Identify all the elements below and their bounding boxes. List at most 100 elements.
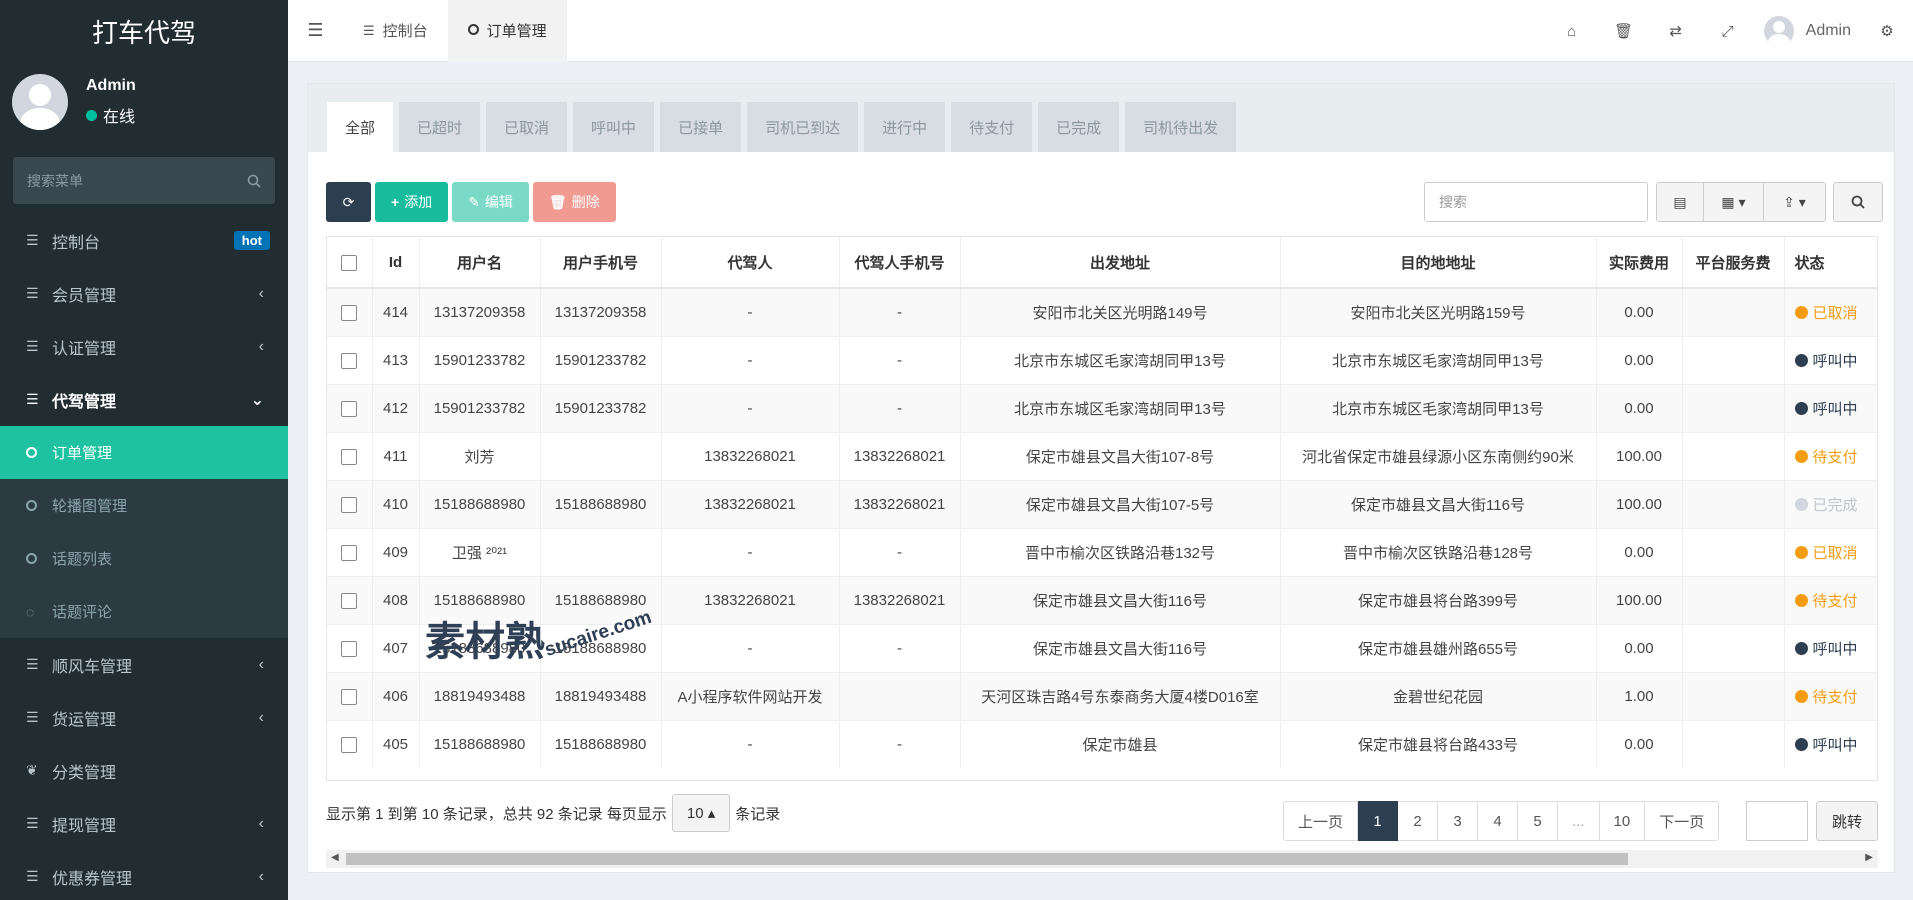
table-row[interactable]: 412 15901233782 15901233782- - 北京市东城区毛家湾胡同甲1… (327, 383, 1877, 432)
sidebar-item-orders[interactable]: 订单管理 (0, 426, 288, 479)
row-checkbox[interactable] (327, 383, 373, 432)
sidebar-item-withdraw[interactable]: ☰ 提现管理 ‹ (0, 797, 288, 850)
comment-icon: ◌ (26, 603, 35, 620)
sidebar-item-dashboard[interactable]: ☰ 控制台 hot (0, 214, 288, 267)
add-button[interactable]: + 添加 (375, 182, 449, 222)
row-checkbox[interactable] (327, 431, 373, 480)
sidebar-item-topics[interactable]: 话题列表 (0, 532, 288, 585)
cell-driver: - (661, 287, 840, 336)
scrollbar-thumb[interactable] (346, 853, 1628, 865)
tab-all[interactable]: 全部 (327, 102, 394, 152)
sidebar-item-certification[interactable]: ☰ 认证管理 ‹ (0, 320, 288, 373)
circle-icon (26, 445, 44, 461)
fullscreen-icon[interactable]: ⤢ (1702, 23, 1754, 40)
status-dot-icon (1794, 641, 1808, 655)
row-checkbox[interactable] (327, 287, 373, 336)
tab-orders[interactable]: 订单管理 (447, 0, 567, 62)
sidebar-search-input[interactable]: 搜索菜单 (13, 157, 275, 204)
tab-timeout[interactable]: 已超时 (399, 102, 481, 152)
cell-status: 呼叫中 (1784, 383, 1877, 432)
tab-driver-arrived[interactable]: 司机已到达 (747, 102, 859, 152)
table-row[interactable]: 408 15188688980 15188688980 13832268021 1383… (327, 575, 1877, 624)
sidebar-item-freight[interactable]: ☰ 货运管理 ‹ (0, 691, 288, 744)
toggle-view-button[interactable]: ▤ (1656, 182, 1704, 222)
user-menu[interactable]: Admin (1754, 16, 1861, 46)
top-header: ☰ ☰ 控制台 订单管理 ⌂ 🗑 ⇄ ⤢ Admin ⚙ (288, 0, 1913, 62)
page-button[interactable]: 2 (1398, 801, 1439, 841)
table-row[interactable]: 413 15901233782 15901233782- - 北京市东城区毛家湾胡同甲1… (327, 335, 1877, 384)
status-badge: 已取消 (1794, 542, 1858, 563)
cell-to: 保定市雄县文昌大街116号 (1280, 479, 1597, 528)
advanced-search-button[interactable] (1833, 182, 1883, 222)
refresh-button[interactable]: ⟳ (326, 182, 371, 222)
columns-button[interactable]: ▦ ▾ (1704, 182, 1764, 222)
tab-in-progress[interactable]: 进行中 (864, 102, 946, 152)
sidebar-item-carpool[interactable]: ☰ 顺风车管理 ‹ (0, 638, 288, 691)
gears-icon[interactable]: ⚙ (1861, 22, 1913, 40)
sidebar-item-topic-comments[interactable]: ◌ 话题评论 (0, 585, 288, 638)
sidebar-item-driving[interactable]: ☰ 代驾管理 ⌄ (0, 373, 288, 426)
cell-fee: 0.00 (1596, 719, 1683, 768)
column-header[interactable]: 目的地地址 (1280, 237, 1597, 289)
column-header[interactable]: 出发地址 (960, 237, 1281, 289)
tab-calling[interactable]: 呼叫中 (573, 102, 655, 152)
page-button[interactable]: 3 (1438, 801, 1479, 841)
column-header[interactable]: 平台服务费 (1682, 237, 1785, 289)
tab-cancelled[interactable]: 已取消 (486, 102, 568, 152)
column-header[interactable]: 代驾人手机号 (839, 237, 961, 289)
column-header[interactable]: 用户手机号 (540, 237, 662, 289)
table-row[interactable]: 414 13137209358 13137209358- - 安阳市北关区光明路149号… (327, 287, 1877, 336)
row-checkbox[interactable] (327, 575, 373, 624)
tab-completed[interactable]: 已完成 (1038, 102, 1120, 152)
edit-button[interactable]: ✎ 编辑 (452, 182, 529, 222)
sidebar-item-coupons[interactable]: ☰ 优惠券管理 ‹ (0, 850, 288, 900)
page-button[interactable]: 5 (1518, 801, 1559, 841)
table-row[interactable]: 409 卫强 ²⁰²¹ - - 晋中市榆次区铁路沿巷132号 晋中市榆次区铁路沿巷128号… (327, 527, 1877, 576)
row-checkbox[interactable] (327, 719, 373, 768)
export-button[interactable]: ⇪ ▾ (1764, 182, 1826, 222)
row-checkbox[interactable] (327, 623, 373, 672)
tab-driver-pending[interactable]: 司机待出发 (1125, 102, 1237, 152)
tab-pending-payment[interactable]: 待支付 (951, 102, 1033, 152)
trash-icon[interactable]: 🗑 (1598, 22, 1650, 40)
translate-icon[interactable]: ⇄ (1650, 22, 1702, 40)
sidebar-item-members[interactable]: ☰ 会员管理 ‹ (0, 267, 288, 320)
table-search-input[interactable]: 搜索 (1424, 182, 1648, 222)
scroll-left-icon[interactable]: ◀ (331, 852, 339, 863)
jump-page-input[interactable] (1746, 801, 1808, 841)
page-button[interactable]: 1 (1358, 801, 1399, 841)
row-checkbox[interactable] (327, 671, 373, 720)
next-page-button[interactable]: 下一页 (1645, 801, 1720, 841)
column-header[interactable]: 用户名 (419, 237, 541, 289)
page-size-dropdown[interactable]: 10 ▴ (671, 794, 731, 832)
row-checkbox[interactable] (327, 335, 373, 384)
table-row[interactable]: 410 15188688980 15188688980 13832268021 1383… (327, 479, 1877, 528)
status-badge: 已完成 (1794, 494, 1858, 515)
home-icon[interactable]: ⌂ (1546, 23, 1598, 40)
horizontal-scrollbar[interactable]: ◀ ▶ (326, 850, 1878, 868)
page-button[interactable]: 4 (1478, 801, 1519, 841)
sidebar-item-carousel[interactable]: 轮播图管理 (0, 479, 288, 532)
tab-accepted[interactable]: 已接单 (660, 102, 742, 152)
column-header[interactable]: 实际费用 (1596, 237, 1683, 289)
row-checkbox[interactable] (327, 479, 373, 528)
column-header[interactable]: 代驾人 (661, 237, 840, 289)
menu-toggle-icon[interactable]: ☰ (288, 0, 343, 62)
table-row[interactable]: 406 18819493488 18819493488 A小程序软件网站开发 天河区珠吉… (327, 671, 1877, 720)
jump-button[interactable]: 跳转 (1816, 801, 1878, 841)
column-header[interactable]: 状态 (1784, 237, 1877, 289)
cell-from: 北京市东城区毛家湾胡同甲13号 (960, 335, 1281, 384)
scroll-right-icon[interactable]: ▶ (1865, 852, 1873, 863)
prev-page-button[interactable]: 上一页 (1283, 801, 1359, 841)
delete-button[interactable]: 🗑 删除 (532, 182, 616, 222)
tab-dashboard[interactable]: ☰ 控制台 (343, 0, 448, 62)
table-row[interactable]: 407 15188688980 15188688980- - 保定市雄县文昌大街116号… (327, 623, 1877, 672)
table-row[interactable]: 405 15188688980 15188688980- - 保定市雄县 保定市雄县将台路… (327, 719, 1877, 768)
page-button[interactable]: 10 (1599, 801, 1646, 841)
table-row[interactable]: 411 刘芳 13832268021 13832268021 保定市雄县文昌大街107-… (327, 431, 1877, 480)
row-checkbox[interactable] (327, 527, 373, 576)
sidebar-item-category[interactable]: ❦ 分类管理 (0, 744, 288, 797)
column-header[interactable]: Id (372, 237, 420, 289)
cell-service (1682, 431, 1785, 480)
select-all-checkbox[interactable] (327, 237, 373, 289)
